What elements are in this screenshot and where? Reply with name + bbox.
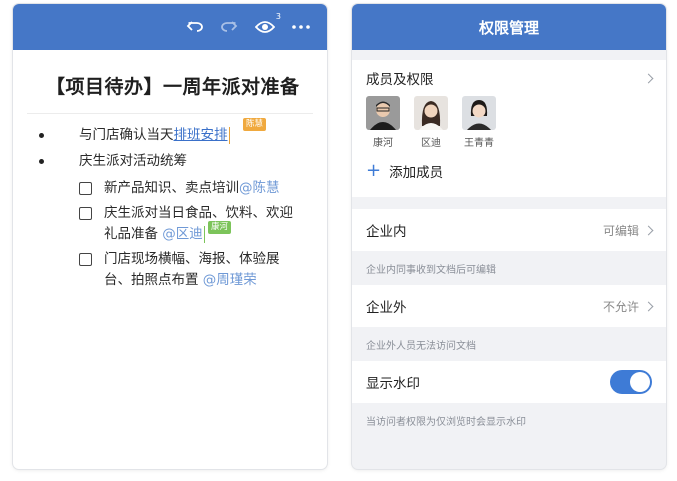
mention[interactable]: @区迪 (162, 226, 203, 242)
chevron-right-icon (643, 225, 654, 235)
add-member-button[interactable]: + 添加成员 (352, 149, 666, 193)
eye-icon (255, 21, 275, 33)
watermark-hint: 当访问者权限为仅浏览时会显示水印 (366, 416, 526, 428)
toggle-knob (630, 372, 650, 392)
task-text: 新产品知识、卖点培训 (104, 180, 239, 196)
external-access-section: 企业外 不允许 (352, 285, 666, 327)
task-text-line2: 礼品准备 (104, 226, 163, 242)
permissions-panel: 权限管理 成员及权限 康河 区迪 王青青 + 添加成员 企业内 可编辑 企业内同… (352, 4, 666, 469)
list-item[interactable]: 与门店确认当天排班安排 陈慧 (27, 118, 313, 148)
mention[interactable]: @陈慧 (239, 180, 280, 196)
watermark-toggle[interactable] (610, 370, 652, 394)
editor-toolbar: 3 (13, 4, 327, 50)
internal-access-section: 企业内 可编辑 (352, 209, 666, 251)
bullet-dot (39, 159, 44, 164)
members-row[interactable]: 成员及权限 (352, 60, 666, 96)
bullet-dot (39, 133, 44, 138)
collaborator-tag: 陈慧 (243, 118, 267, 131)
members-section: 成员及权限 康河 区迪 王青青 + 添加成员 (352, 60, 666, 197)
permissions-header: 权限管理 (352, 4, 666, 50)
redo-icon[interactable] (217, 15, 241, 39)
task-item[interactable]: 门店现场横幅、海报、体验展 台、拍照点布置 @周瑾荣 (27, 249, 313, 291)
member-list: 康河 区迪 王青青 (352, 96, 666, 149)
list-item[interactable]: 庆生派对活动统筹 (27, 148, 313, 174)
task-item[interactable]: 庆生派对当日食品、饮料、欢迎 礼品准备 @区迪 康河 (27, 203, 313, 245)
undo-icon[interactable] (183, 15, 207, 39)
member-item[interactable]: 区迪 (414, 96, 448, 149)
watermark-label: 显示水印 (366, 376, 420, 392)
avatar (414, 96, 448, 130)
avatar (366, 96, 400, 130)
document-editor-panel: 3 【项目待办】一周年派对准备 与门店确认当天排班安排 陈慧 庆生派对活动统筹 … (13, 4, 327, 469)
task-text: 门店现场横幅、海报、体验展 (104, 251, 280, 267)
external-access-value: 不允许 (602, 299, 639, 314)
plus-icon: + (366, 160, 382, 181)
more-icon[interactable] (289, 15, 313, 39)
task-checkbox[interactable] (79, 253, 92, 266)
collaborator-tag: 康河 (208, 221, 232, 234)
watermark-hint-row: 当访问者权限为仅浏览时会显示水印 (352, 403, 666, 437)
add-member-label: 添加成员 (389, 165, 444, 181)
external-access-label: 企业外 (366, 300, 407, 316)
internal-access-value: 可编辑 (602, 223, 639, 238)
internal-access-label: 企业内 (366, 224, 407, 240)
title-divider (27, 113, 313, 114)
mention[interactable]: @周瑾荣 (203, 272, 257, 288)
chevron-right-icon (643, 73, 654, 83)
member-name: 区迪 (421, 138, 441, 149)
doc-title[interactable]: 【项目待办】一周年派对准备 (27, 72, 313, 99)
task-checkbox[interactable] (79, 207, 92, 220)
viewers-count: 3 (275, 12, 281, 21)
task-item[interactable]: 新产品知识、卖点培训@陈慧 (27, 178, 313, 199)
internal-access-hint: 企业内同事收到文档后可编辑 (366, 264, 496, 276)
viewers-eye-button[interactable]: 3 (253, 12, 281, 39)
external-hint-row: 企业外人员无法访问文档 (352, 327, 666, 361)
collaborator-cursor (203, 225, 206, 243)
external-access-row[interactable]: 企业外 不允许 (352, 285, 666, 327)
members-label: 成员及权限 (366, 72, 434, 88)
avatar (462, 96, 496, 130)
external-access-hint: 企业外人员无法访问文档 (366, 340, 476, 352)
bullet-text: 与门店确认当天 (79, 127, 174, 143)
watermark-section: 显示水印 (352, 361, 666, 403)
schedule-link[interactable]: 排班安排 (174, 127, 228, 143)
task-checkbox[interactable] (79, 182, 92, 195)
internal-access-row[interactable]: 企业内 可编辑 (352, 209, 666, 251)
member-name: 王青青 (464, 138, 494, 149)
internal-hint-row: 企业内同事收到文档后可编辑 (352, 251, 666, 285)
task-text-line2: 台、拍照点布置 (104, 272, 203, 288)
chevron-right-icon (643, 301, 654, 311)
member-item[interactable]: 康河 (366, 96, 400, 149)
bullet-text: 庆生派对活动统筹 (79, 153, 187, 169)
page-title: 权限管理 (478, 18, 539, 37)
watermark-row: 显示水印 (352, 361, 666, 403)
collaborator-cursor (228, 126, 230, 144)
document-body[interactable]: 【项目待办】一周年派对准备 与门店确认当天排班安排 陈慧 庆生派对活动统筹 新产… (13, 72, 327, 291)
task-text: 庆生派对当日食品、饮料、欢迎 (104, 205, 293, 221)
member-item[interactable]: 王青青 (462, 96, 496, 149)
member-name: 康河 (373, 138, 393, 149)
